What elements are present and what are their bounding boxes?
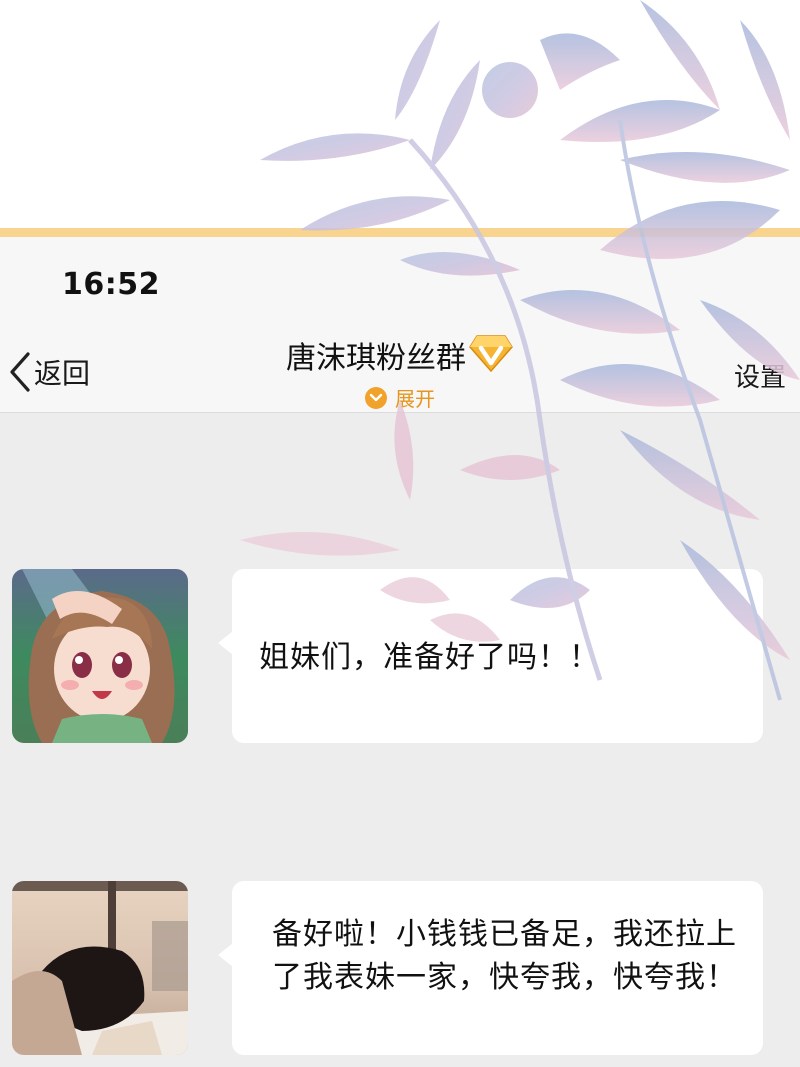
expand-toggle[interactable]: 展开 <box>365 383 435 412</box>
vip-diamond-icon <box>468 333 514 377</box>
chevron-left-icon <box>6 350 32 394</box>
message-text: 姐妹们，准备好了吗！！ <box>259 640 600 675</box>
status-time: 16:52 <box>62 267 160 302</box>
message-bubble[interactable]: 姐妹们，准备好了吗！！ <box>218 569 763 743</box>
back-button[interactable]: 返回 <box>6 347 90 397</box>
message-bubble[interactable]: 备好啦！小钱钱已备足，我还拉上了我表妹一家，快夸我，快夸我！ <box>218 881 763 1055</box>
sender-avatar-anime[interactable] <box>12 569 188 743</box>
title-block: 唐沫琪粉丝群 展开 <box>200 333 600 412</box>
message-text: 备好啦！小钱钱已备足，我还拉上了我表妹一家，快夸我，快夸我！ <box>272 917 737 995</box>
group-title[interactable]: 唐沫琪粉丝群 <box>286 333 466 377</box>
back-label: 返回 <box>34 357 91 390</box>
chevron-down-icon <box>365 386 387 409</box>
expand-label: 展开 <box>395 387 435 411</box>
top-blank-area <box>0 0 800 228</box>
sender-avatar-photo[interactable] <box>12 881 188 1055</box>
settings-button[interactable]: 设置 <box>734 357 786 394</box>
chat-header: 16:52 返回 唐沫琪粉丝群 展开 设置 <box>0 237 800 413</box>
accent-stripe <box>0 228 800 237</box>
